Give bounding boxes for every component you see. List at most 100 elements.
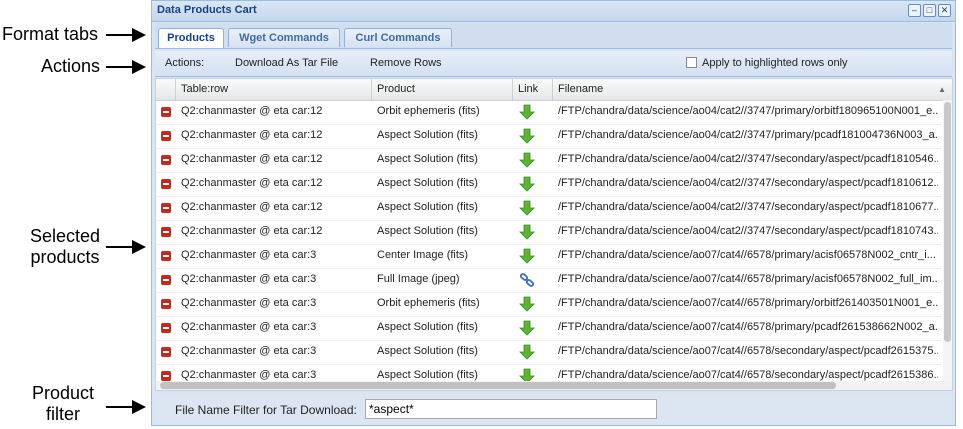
cell-filename: /FTP/chandra/data/science/ao04/cat2//374… xyxy=(558,201,938,213)
cell-filename: /FTP/chandra/data/science/ao07/cat4//657… xyxy=(558,249,936,261)
remove-rows-button[interactable]: Remove Rows xyxy=(370,57,442,69)
table-row[interactable]: Q2:chanmaster @ eta car:3 Aspect Solution… xyxy=(156,316,941,341)
cell-table-row: Q2:chanmaster @ eta car:3 xyxy=(181,345,317,357)
download-arrow-icon[interactable] xyxy=(519,200,535,216)
cell-table-row: Q2:chanmaster @ eta car:12 xyxy=(181,153,323,165)
cell-table-row: Q2:chanmaster @ eta car:12 xyxy=(181,105,323,117)
cell-product: Center Image (fits) xyxy=(377,249,469,261)
download-arrow-icon[interactable] xyxy=(519,104,535,120)
download-arrow-icon[interactable] xyxy=(519,320,535,336)
remove-row-icon[interactable] xyxy=(161,227,171,237)
actions-toolbar: Actions: Download As Tar File Remove Row… xyxy=(155,51,952,77)
tab-wget-commands[interactable]: Wget Commands xyxy=(228,28,340,47)
maximize-icon[interactable]: □ xyxy=(923,4,936,17)
column-header-link[interactable]: Link xyxy=(513,79,553,100)
column-header-table-row[interactable]: Table:row xyxy=(176,79,372,100)
remove-row-icon[interactable] xyxy=(161,131,171,141)
format-tabs: Products Wget Commands Curl Commands xyxy=(155,23,952,49)
download-arrow-icon[interactable] xyxy=(519,152,535,168)
tab-curl-commands[interactable]: Curl Commands xyxy=(344,28,452,47)
cell-product: Aspect Solution (fits) xyxy=(377,201,478,213)
cell-product: Aspect Solution (fits) xyxy=(377,321,478,333)
cell-filename: /FTP/chandra/data/science/ao04/cat2//374… xyxy=(558,129,938,141)
annotation-format-tabs: Format tabs xyxy=(2,24,99,44)
table-row[interactable]: Q2:chanmaster @ eta car:12 Aspect Solutio… xyxy=(156,196,941,221)
cell-filename: /FTP/chandra/data/science/ao04/cat2//374… xyxy=(558,177,938,189)
cell-filename: /FTP/chandra/data/science/ao04/cat2//374… xyxy=(558,225,938,237)
cell-table-row: Q2:chanmaster @ eta car:3 xyxy=(181,273,317,285)
tab-products[interactable]: Products xyxy=(158,28,224,48)
remove-row-icon[interactable] xyxy=(161,107,171,117)
cell-filename: /FTP/chandra/data/science/ao07/cat4//657… xyxy=(558,321,938,333)
actions-label: Actions: xyxy=(165,57,205,69)
table-row[interactable]: Q2:chanmaster @ eta car:3 Center Image (f… xyxy=(156,244,941,269)
filter-label: File Name Filter for Tar Download: xyxy=(175,403,357,417)
vertical-scroll-thumb[interactable] xyxy=(944,102,951,342)
apply-highlighted-checkbox[interactable] xyxy=(686,57,697,68)
remove-row-icon[interactable] xyxy=(161,179,171,189)
horizontal-scroll-thumb[interactable] xyxy=(160,382,836,389)
cell-product: Orbit ephemeris (fits) xyxy=(377,105,480,117)
window-title: Data Products Cart xyxy=(157,4,257,16)
download-arrow-icon[interactable] xyxy=(519,176,535,192)
download-arrow-icon[interactable] xyxy=(519,344,535,360)
annotation-product-filter: Product filter xyxy=(31,383,95,424)
apply-highlighted-label: Apply to highlighted rows only xyxy=(702,57,848,69)
cell-product: Orbit ephemeris (fits) xyxy=(377,297,480,309)
table-row[interactable]: Q2:chanmaster @ eta car:3 Aspect Solution… xyxy=(156,340,941,365)
cell-filename: /FTP/chandra/data/science/ao07/cat4//657… xyxy=(558,345,938,357)
filename-filter-input[interactable] xyxy=(365,399,657,419)
annotation-actions: Actions xyxy=(41,56,101,76)
horizontal-scrollbar[interactable] xyxy=(156,381,952,390)
product-filter-bar: File Name Filter for Tar Download: xyxy=(155,394,952,424)
cell-product: Aspect Solution (fits) xyxy=(377,225,478,237)
remove-row-icon[interactable] xyxy=(161,251,171,261)
table-row[interactable]: Q2:chanmaster @ eta car:12 Aspect Solutio… xyxy=(156,172,941,197)
column-header-product[interactable]: Product xyxy=(372,79,513,100)
remove-row-icon[interactable] xyxy=(161,155,171,165)
grid-header: Table:row Product Link Filename ▲ xyxy=(156,79,952,101)
table-row[interactable]: Q2:chanmaster @ eta car:12 Aspect Solutio… xyxy=(156,220,941,245)
download-arrow-icon[interactable] xyxy=(519,296,535,312)
vertical-scrollbar[interactable] xyxy=(943,100,952,382)
products-grid: Table:row Product Link Filename ▲ Q2:cha… xyxy=(155,78,953,391)
chain-link-icon[interactable] xyxy=(519,272,535,288)
annotation-arrow-product-filter xyxy=(106,400,146,414)
download-tar-button[interactable]: Download As Tar File xyxy=(235,57,338,69)
download-arrow-icon[interactable] xyxy=(519,248,535,264)
annotation-arrow-selected-products xyxy=(106,240,146,254)
cell-product: Full Image (jpeg) xyxy=(377,273,460,285)
table-row[interactable]: Q2:chanmaster @ eta car:3 Full Image (jpe… xyxy=(156,268,941,293)
cell-table-row: Q2:chanmaster @ eta car:3 xyxy=(181,321,317,333)
remove-row-icon[interactable] xyxy=(161,371,171,381)
remove-row-icon[interactable] xyxy=(161,275,171,285)
close-icon[interactable]: ✕ xyxy=(938,4,951,17)
remove-row-icon[interactable] xyxy=(161,203,171,213)
cell-table-row: Q2:chanmaster @ eta car:12 xyxy=(181,225,323,237)
table-row[interactable]: Q2:chanmaster @ eta car:12 Orbit ephemeri… xyxy=(156,100,941,125)
cell-product: Aspect Solution (fits) xyxy=(377,129,478,141)
cell-product: Aspect Solution (fits) xyxy=(377,153,478,165)
cell-table-row: Q2:chanmaster @ eta car:3 xyxy=(181,249,317,261)
cell-filename: /FTP/chandra/data/science/ao04/cat2//374… xyxy=(558,153,938,165)
table-row[interactable]: Q2:chanmaster @ eta car:12 Aspect Solutio… xyxy=(156,148,941,173)
remove-row-icon[interactable] xyxy=(161,323,171,333)
remove-row-icon[interactable] xyxy=(161,347,171,357)
sort-ascending-icon[interactable]: ▲ xyxy=(938,79,946,100)
cell-table-row: Q2:chanmaster @ eta car:3 xyxy=(181,297,317,309)
minimize-icon[interactable]: – xyxy=(908,4,921,17)
table-row[interactable]: Q2:chanmaster @ eta car:12 Aspect Solutio… xyxy=(156,124,941,149)
annotation-arrow-actions xyxy=(106,60,146,74)
cell-filename: /FTP/chandra/data/science/ao07/cat4//657… xyxy=(558,273,938,285)
annotation-arrow-format-tabs xyxy=(106,28,146,42)
download-arrow-icon[interactable] xyxy=(519,128,535,144)
remove-row-icon[interactable] xyxy=(161,299,171,309)
cell-product: Aspect Solution (fits) xyxy=(377,345,478,357)
table-row[interactable]: Q2:chanmaster @ eta car:3 Orbit ephemeris… xyxy=(156,292,941,317)
window-titlebar[interactable]: Data Products Cart – □ ✕ xyxy=(152,1,955,22)
annotation-selected-products: Selected products xyxy=(29,226,101,267)
column-header-filename[interactable]: Filename ▲ xyxy=(553,79,952,100)
cell-filename: /FTP/chandra/data/science/ao07/cat4//657… xyxy=(558,297,938,309)
cell-filename: /FTP/chandra/data/science/ao04/cat2//374… xyxy=(558,105,938,117)
download-arrow-icon[interactable] xyxy=(519,224,535,240)
